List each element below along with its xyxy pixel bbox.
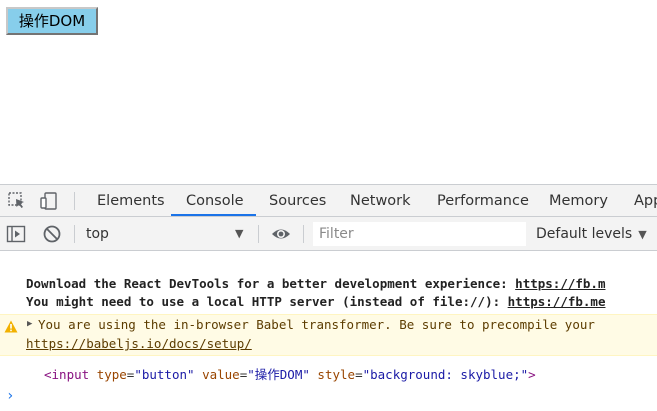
console-warning: ▶ You are using the in-browser Babel tra… [0,314,657,356]
log-tag-open: <input [44,367,90,382]
device-toolbar-icon[interactable] [39,191,59,211]
log-attr-name: value [202,367,240,382]
warning-text: You are using the in-browser Babel trans… [38,317,595,332]
console-filter-input[interactable] [313,222,526,246]
warning-icon [4,320,18,333]
toolbar-separator [303,225,304,243]
context-value: top [86,226,109,242]
toolbar-separator [74,225,75,243]
console-message: You might need to use a local HTTP serve… [26,294,605,309]
console-toolbar: top ▼ Default levels ▼ [0,217,657,251]
console-message: Download the React DevTools for a better… [26,276,605,291]
log-attr-name: style [317,367,356,382]
log-equals: = [355,367,363,382]
log-attr-value: "background: skyblue;" [362,367,529,382]
inspect-element-icon[interactable] [7,191,27,211]
eye-icon[interactable] [271,224,291,244]
prompt-chevron-icon[interactable]: › [6,388,14,404]
devtools-tab-bar: Elements Console Sources Network Perform… [0,185,657,217]
expand-arrow-icon[interactable]: ▶ [27,319,32,329]
tab-application[interactable]: App [634,185,657,216]
tab-elements[interactable]: Elements [97,185,165,216]
dropdown-caret-icon: ▼ [638,228,647,241]
console-message-link[interactable]: https://fb.m [515,276,605,291]
log-attr-value: "操作DOM" [247,367,310,382]
dropdown-caret-icon: ▼ [235,227,244,240]
console-log-element[interactable]: <input type="button" value="操作DOM" style… [44,364,536,383]
dom-operate-button[interactable]: 操作DOM [6,7,98,35]
tab-network[interactable]: Network [350,185,411,216]
log-attr-value: "button" [134,367,195,382]
log-attr-name: type [96,367,127,382]
tab-performance[interactable]: Performance [437,185,529,216]
tab-memory[interactable]: Memory [549,185,608,216]
warning-link[interactable]: https://babeljs.io/docs/setup/ [26,336,252,351]
console-message-text: Download the React DevTools for a better… [26,276,516,291]
log-tag-close: > [528,367,536,382]
toolbar-separator [258,225,259,243]
active-tab-indicator [171,214,256,216]
console-message-text: You might need to use a local HTTP serve… [26,294,508,309]
log-levels-label: Default levels [536,226,633,242]
tab-sources[interactable]: Sources [269,185,326,216]
context-selector[interactable]: top ▼ [80,222,250,246]
devtools-panel: Elements Console Sources Network Perform… [0,184,657,411]
tab-console[interactable]: Console [186,185,244,216]
sidebar-toggle-icon[interactable] [6,224,26,244]
console-output: Download the React DevTools for a better… [0,251,657,411]
tabbar-separator [74,192,75,210]
log-levels-dropdown[interactable]: Default levels ▼ [536,222,647,246]
clear-console-icon[interactable] [42,224,62,244]
console-message-link[interactable]: https://fb.me [508,294,606,309]
